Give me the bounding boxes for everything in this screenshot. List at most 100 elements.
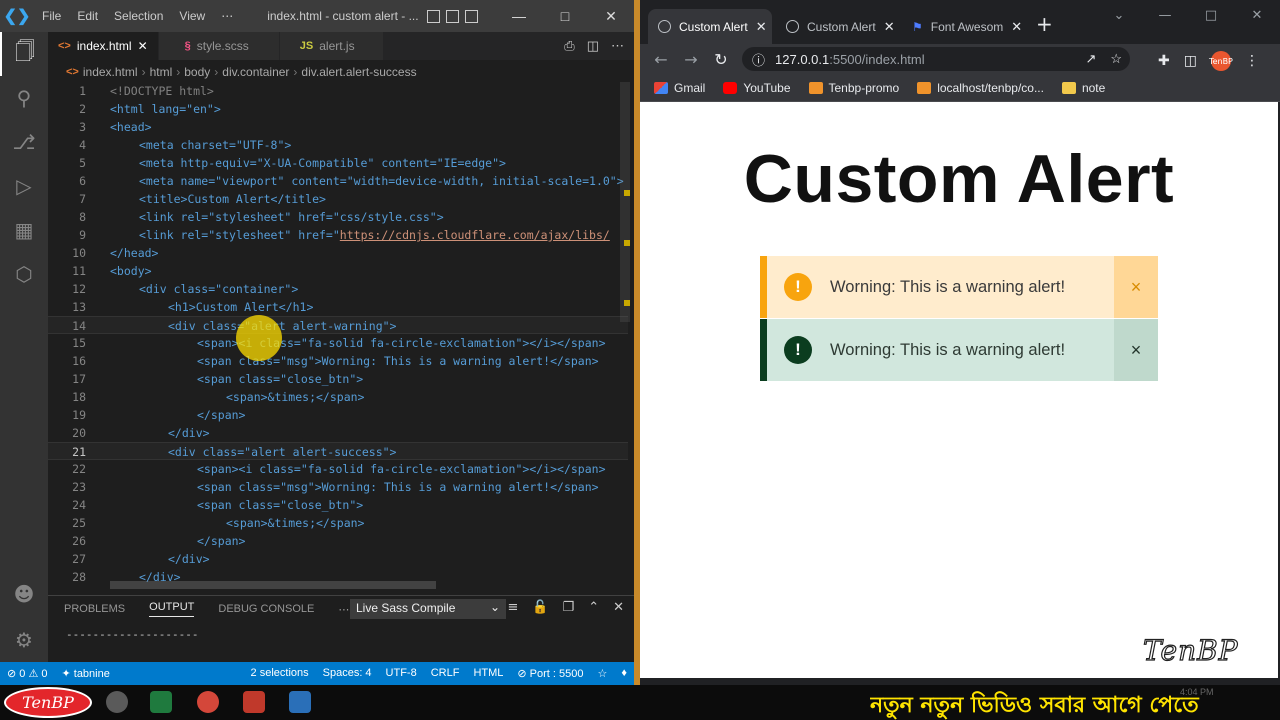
browser-tab-font-awesome[interactable]: ⚑ Font Awesom ✕ xyxy=(902,9,1026,44)
code-line[interactable]: 20 </div> xyxy=(48,424,628,442)
code-line[interactable]: 2 <html lang="en"> xyxy=(48,100,628,118)
tab-search-icon[interactable]: ⌄ xyxy=(1096,0,1142,32)
breadcrumb-item[interactable]: html xyxy=(150,65,173,79)
code-line[interactable]: 9 <link rel="stylesheet" href="https://cd… xyxy=(48,226,628,244)
alert-close-button[interactable]: × xyxy=(1114,319,1158,381)
remote-explorer-icon[interactable]: ⬡ xyxy=(0,252,48,296)
code-editor[interactable]: 1 <!DOCTYPE html> 2 <html lang="en"> 3 <hea… xyxy=(48,82,634,582)
copy-icon[interactable]: ❐ xyxy=(563,600,575,615)
bookmark-star-icon[interactable]: ☆ xyxy=(1110,51,1122,67)
code-line[interactable]: 22 <span><i class="fa-solid fa-circle-exc… xyxy=(48,460,628,478)
tab-style-scss[interactable]: § style.scss xyxy=(158,32,280,60)
code-line[interactable]: 8 <link rel="stylesheet" href="css/style.… xyxy=(48,208,628,226)
menu-edit[interactable]: Edit xyxy=(69,0,106,32)
menu-file[interactable]: File xyxy=(34,0,69,32)
clear-output-icon[interactable]: ≡ xyxy=(507,600,518,615)
explorer-icon[interactable]: 🗍 xyxy=(0,32,48,76)
menu-selection[interactable]: Selection xyxy=(106,0,171,32)
browser-menu-icon[interactable]: ⋮ xyxy=(1245,53,1259,69)
app-icon[interactable] xyxy=(150,691,172,713)
address-bar[interactable]: ⓘ 127.0.0.1:5500/index.html ↗ ☆ xyxy=(742,47,1130,71)
code-line[interactable]: 4 <meta charset="UTF-8"> xyxy=(48,136,628,154)
code-link[interactable]: https://cdnjs.cloudflare.com/ajax/libs/ xyxy=(340,228,610,242)
lock-scroll-icon[interactable]: 🔓 xyxy=(532,600,548,615)
minimize-button[interactable]: — xyxy=(496,0,542,32)
bookmark-note[interactable]: note xyxy=(1061,81,1105,95)
minimize-button[interactable]: — xyxy=(1142,0,1188,32)
menu-more[interactable]: ⋯ xyxy=(213,0,241,32)
alert-close-button[interactable]: × xyxy=(1114,256,1158,318)
app-icon[interactable] xyxy=(243,691,265,713)
reload-icon[interactable]: ↻ xyxy=(706,50,736,69)
bookmark-tenbp-promo[interactable]: Tenbp-promo xyxy=(808,81,899,95)
code-line[interactable]: 11 <body> xyxy=(48,262,628,280)
tab-index-html[interactable]: <> index.html ✕ xyxy=(48,32,159,60)
settings-gear-icon[interactable]: ⚙ xyxy=(0,618,48,662)
horizontal-scrollbar[interactable] xyxy=(110,581,436,589)
code-line[interactable]: 3 <head> xyxy=(48,118,628,136)
close-panel-icon[interactable]: ✕ xyxy=(613,600,624,615)
code-line[interactable]: 15 <span><i class="fa-solid fa-circle-exc… xyxy=(48,334,628,352)
chrome-taskbar-icon[interactable] xyxy=(197,691,219,713)
notifications-bell-icon[interactable]: ♦ xyxy=(614,667,634,680)
share-icon[interactable]: ↗ xyxy=(1085,51,1096,67)
problems-status[interactable]: ⊘ 0 ⚠ 0 xyxy=(0,667,54,680)
side-panel-icon[interactable]: ◫ xyxy=(1184,53,1197,69)
code-line[interactable]: 25 <span>&times;</span> xyxy=(48,514,628,532)
feedback-icon[interactable]: ☆ xyxy=(591,667,615,680)
editor-scrollbar[interactable] xyxy=(620,82,630,322)
breadcrumb-item[interactable]: div.alert.alert-success xyxy=(301,65,416,79)
code-line[interactable]: 10 </head> xyxy=(48,244,628,262)
maximize-button[interactable]: □ xyxy=(542,0,588,32)
extensions-icon[interactable]: ▦ xyxy=(0,208,48,252)
encoding-status[interactable]: UTF-8 xyxy=(379,667,424,680)
code-line[interactable]: 13 <h1>Custom Alert</h1> xyxy=(48,298,628,316)
code-line[interactable]: 28 </div> xyxy=(48,568,628,582)
live-server-port[interactable]: ⊘ Port : 5500 xyxy=(510,667,590,680)
code-line[interactable]: 21 <div class="alert alert-success"> xyxy=(48,442,628,460)
search-icon[interactable]: ⚲ xyxy=(0,76,48,120)
maximize-button[interactable]: □ xyxy=(1188,0,1234,32)
code-line[interactable]: 19 </span> xyxy=(48,406,628,424)
site-info-icon[interactable]: ⓘ xyxy=(752,50,765,69)
new-tab-button[interactable]: + xyxy=(1036,12,1053,36)
print-icon[interactable]: ⎙ xyxy=(564,38,574,54)
code-line[interactable]: 12 <div class="container"> xyxy=(48,280,628,298)
code-line[interactable]: 26 </span> xyxy=(48,532,628,550)
tab-problems[interactable]: PROBLEMS xyxy=(64,603,125,615)
code-line[interactable]: 5 <meta http-equiv="X-UA-Compatible" cont… xyxy=(48,154,628,172)
bookmark-localhost[interactable]: localhost/tenbp/co... xyxy=(917,81,1044,95)
tab-debug-console[interactable]: DEBUG CONSOLE xyxy=(218,603,314,615)
close-window-button[interactable]: ✕ xyxy=(1234,0,1280,32)
code-line[interactable]: 23 <span class="msg">Worning: This is a w… xyxy=(48,478,628,496)
extensions-puzzle-icon[interactable]: ✚ xyxy=(1158,53,1170,69)
code-line[interactable]: 16 <span class="msg">Worning: This is a w… xyxy=(48,352,628,370)
code-line[interactable]: 14 <div class="alert alert-warning"> xyxy=(48,316,628,334)
tab-output[interactable]: OUTPUT xyxy=(149,601,195,617)
maximize-panel-icon[interactable]: ⌃ xyxy=(588,600,599,615)
breadcrumb-item[interactable]: body xyxy=(184,65,210,79)
code-line[interactable]: 18 <span>&times;</span> xyxy=(48,388,628,406)
language-status[interactable]: HTML xyxy=(466,667,510,680)
back-arrow-icon[interactable]: ← xyxy=(646,50,676,69)
code-line[interactable]: 17 <span class="close_btn"> xyxy=(48,370,628,388)
run-debug-icon[interactable]: ▷ xyxy=(0,164,48,208)
close-tab-icon[interactable]: ✕ xyxy=(756,19,767,35)
browser-tab-custom-alert-1[interactable]: Custom Alert ✕ xyxy=(648,9,772,44)
bookmark-youtube[interactable]: YouTube xyxy=(723,81,791,95)
account-icon[interactable]: ☻ xyxy=(0,572,48,616)
menu-view[interactable]: View xyxy=(171,0,213,32)
breadcrumb-item[interactable]: index.html xyxy=(83,65,138,79)
bookmark-gmail[interactable]: Gmail xyxy=(654,81,705,95)
selections-status[interactable]: 2 selections xyxy=(244,667,316,680)
split-editor-icon[interactable]: ◫ xyxy=(587,38,599,54)
vscode-taskbar-icon[interactable] xyxy=(289,691,311,713)
close-tab-icon[interactable]: ✕ xyxy=(1011,19,1022,35)
more-actions-icon[interactable]: ⋯ xyxy=(611,38,624,54)
output-channel-select[interactable]: Live Sass Compile ⌄ xyxy=(350,599,506,619)
code-line[interactable]: 27 </div> xyxy=(48,550,628,568)
indent-status[interactable]: Spaces: 4 xyxy=(316,667,379,680)
browser-tab-custom-alert-2[interactable]: Custom Alert ✕ xyxy=(776,9,900,44)
close-tab-icon[interactable]: ✕ xyxy=(138,39,148,53)
close-tab-icon[interactable]: ✕ xyxy=(884,19,895,35)
